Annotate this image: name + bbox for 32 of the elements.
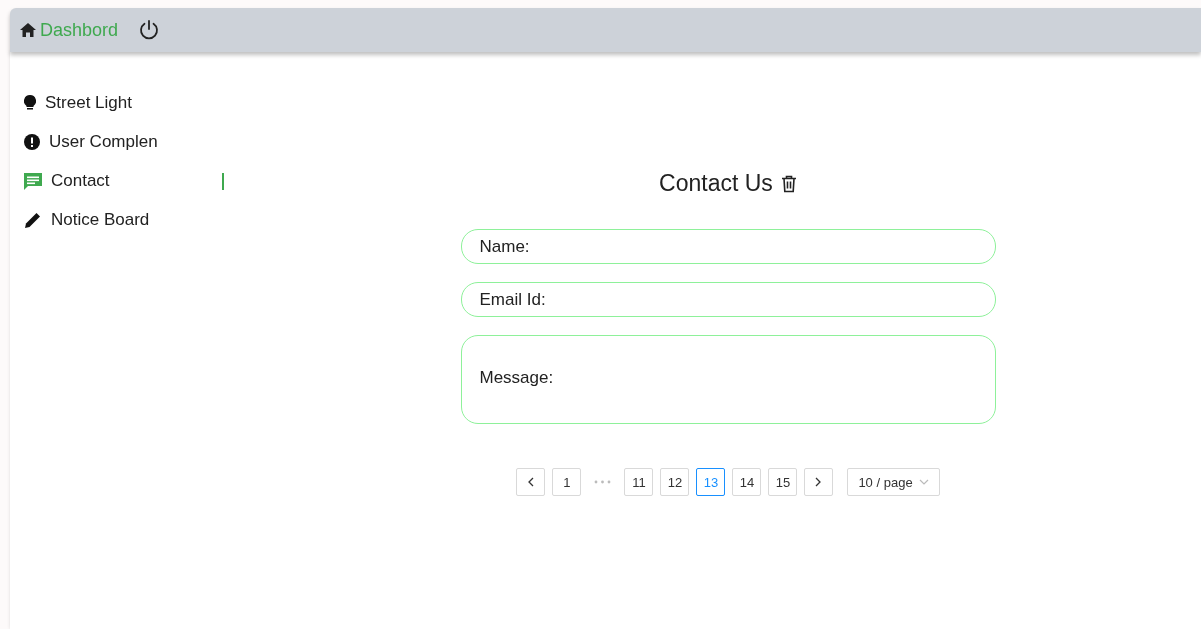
page-button[interactable]: 11 bbox=[624, 468, 654, 496]
power-button[interactable] bbox=[138, 19, 161, 41]
pencil-icon bbox=[24, 211, 42, 229]
page-button[interactable]: 12 bbox=[660, 468, 690, 496]
sidebar-label: User Complen bbox=[49, 132, 158, 152]
sidebar-label: Street Light bbox=[45, 93, 132, 113]
sidebar-item[interactable]: Notice Board bbox=[10, 207, 255, 233]
chevron-left-icon bbox=[527, 477, 535, 487]
exclamation-icon bbox=[24, 134, 40, 150]
power-icon bbox=[138, 19, 161, 41]
chevron-down-icon bbox=[918, 479, 929, 485]
sidebar-item[interactable]: Contact bbox=[10, 168, 255, 194]
lightbulb-icon bbox=[24, 95, 36, 111]
form-title: Contact Us bbox=[659, 170, 773, 197]
sidebar-item[interactable]: Street Light bbox=[10, 90, 255, 116]
active-indicator bbox=[222, 173, 224, 190]
chat-icon bbox=[24, 172, 42, 190]
previous-page-button[interactable] bbox=[516, 468, 546, 496]
page-size-select[interactable]: 10 / page bbox=[847, 468, 940, 496]
sidebar-label: Notice Board bbox=[51, 210, 150, 230]
chevron-right-icon bbox=[815, 477, 823, 487]
sidebar-item[interactable]: User Complen bbox=[10, 129, 255, 155]
input-field[interactable]: Email Id: bbox=[460, 282, 996, 317]
trash-icon bbox=[780, 174, 797, 193]
page-button[interactable]: 14 bbox=[732, 468, 762, 496]
home-icon bbox=[20, 23, 36, 37]
page-button[interactable]: 1 bbox=[552, 468, 582, 496]
input-field[interactable]: Name: bbox=[460, 229, 996, 264]
page-button[interactable]: 15 bbox=[768, 468, 798, 496]
message-field[interactable]: Message: bbox=[460, 335, 996, 424]
next-page-button[interactable] bbox=[804, 468, 834, 496]
sidebar-label: Contact bbox=[51, 171, 110, 191]
